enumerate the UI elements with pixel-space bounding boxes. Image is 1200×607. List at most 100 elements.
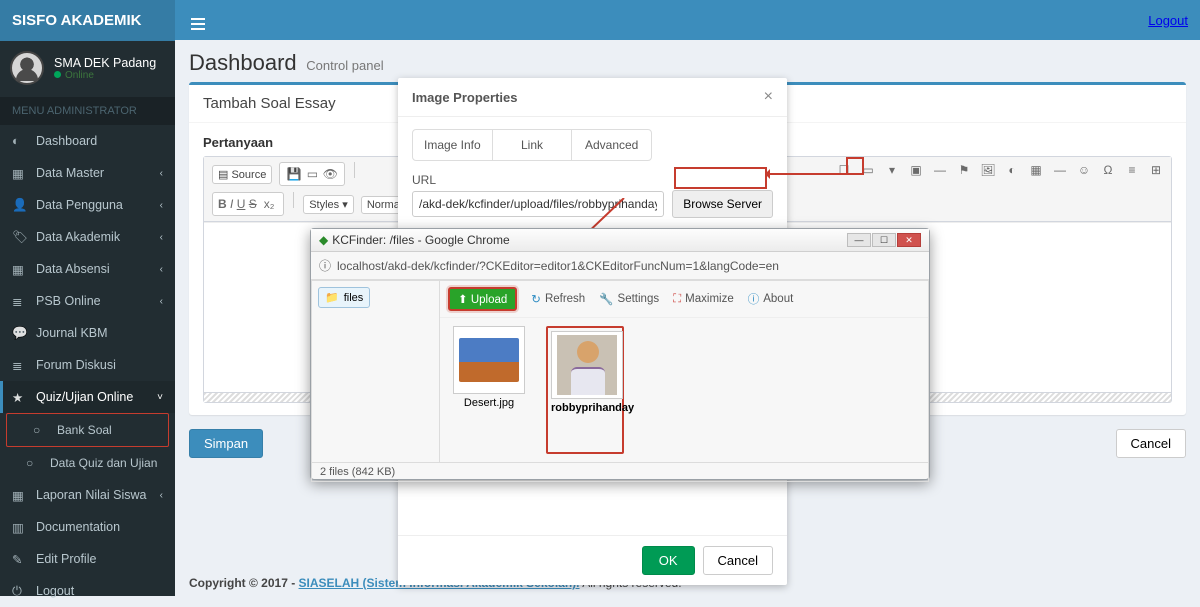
bold-icon[interactable]: B bbox=[218, 197, 227, 211]
kcfinder-toolbar: ⬆ Upload ↻Refresh 🔧Settings ⛶Maximize ⓘA… bbox=[440, 281, 928, 318]
file-robby[interactable]: robbyprihanday bbox=[546, 326, 624, 454]
sidebar-item-data-pengguna[interactable]: 👤Data Pengguna‹ bbox=[0, 189, 175, 221]
file-name: Desert.jpg bbox=[450, 397, 528, 409]
modal-cancel-button[interactable]: Cancel bbox=[703, 546, 773, 575]
browse-server-button[interactable]: Browse Server bbox=[672, 190, 773, 218]
toolbar-group-right: ☐ ▭ ▾ ▣ — ⚑ 🖼 ◐ ▦ — ☺ Ω ≡ ⊞ bbox=[835, 161, 1165, 179]
sidebar-item-quiz-ujian[interactable]: ★Quiz/Ujian Online˅ bbox=[0, 381, 175, 413]
flash-icon[interactable]: ◐ bbox=[1003, 161, 1021, 179]
image-icon[interactable]: ▣ bbox=[907, 161, 925, 179]
edit-icon: ✎ bbox=[12, 552, 26, 566]
user-status: Online bbox=[54, 70, 156, 81]
file-desert[interactable]: Desert.jpg bbox=[450, 326, 528, 454]
italic-icon[interactable]: I bbox=[230, 197, 233, 211]
person-image-icon bbox=[557, 335, 617, 395]
checkbox-icon[interactable]: ☐ bbox=[835, 161, 853, 179]
sidebar-item-logout[interactable]: ⏻Logout bbox=[0, 575, 175, 607]
underline-icon[interactable]: U bbox=[237, 197, 246, 211]
modal-close-button[interactable]: × bbox=[764, 88, 773, 106]
subscript-icon[interactable]: x₂ bbox=[260, 195, 278, 213]
tab-advanced[interactable]: Advanced bbox=[572, 130, 651, 160]
styles-dropdown[interactable]: Styles ▾ bbox=[303, 195, 354, 214]
flag-icon[interactable]: ⚑ bbox=[955, 161, 973, 179]
sidebar-item-edit-profile[interactable]: ✎Edit Profile bbox=[0, 543, 175, 575]
url-input[interactable] bbox=[412, 191, 664, 217]
sidebar-item-dashboard[interactable]: ◐Dashboard bbox=[0, 125, 175, 157]
cancel-button[interactable]: Cancel bbox=[1116, 429, 1186, 458]
toolbar-group-format[interactable]: B I U S x₂ bbox=[212, 192, 284, 216]
grid-icon: ▦ bbox=[12, 166, 26, 180]
select-icon[interactable]: ▾ bbox=[883, 161, 901, 179]
button-icon[interactable]: ▭ bbox=[859, 161, 877, 179]
refresh-icon: ↻ bbox=[531, 292, 541, 306]
modal-title: Image Properties bbox=[412, 90, 518, 105]
user-name: SMA DEK Padang bbox=[54, 56, 156, 70]
sidebar-item-data-quiz-ujian[interactable]: ○Data Quiz dan Ujian bbox=[0, 447, 175, 479]
star-icon: ★ bbox=[12, 390, 26, 404]
insert-image-icon[interactable]: 🖼 bbox=[979, 161, 997, 179]
grid-icon: ▦ bbox=[12, 262, 26, 276]
book-icon: ▥ bbox=[12, 520, 26, 534]
hr-icon[interactable]: — bbox=[1051, 161, 1069, 179]
sidebar-item-data-absensi[interactable]: ▦Data Absensi‹ bbox=[0, 253, 175, 285]
brand: SISFO AKADEMIK bbox=[0, 0, 175, 41]
info-icon: ⓘ bbox=[319, 257, 331, 274]
settings-button[interactable]: 🔧Settings bbox=[599, 292, 659, 306]
chevron-left-icon: ‹ bbox=[160, 232, 163, 243]
strike-icon[interactable]: S bbox=[249, 197, 257, 211]
hline-icon[interactable]: — bbox=[931, 161, 949, 179]
maximize-button[interactable]: ⛶Maximize bbox=[673, 293, 734, 306]
sidebar-item-laporan-nilai[interactable]: ▦Laporan Nilai Siswa‹ bbox=[0, 479, 175, 511]
tab-link[interactable]: Link bbox=[493, 130, 573, 160]
about-button[interactable]: ⓘAbout bbox=[748, 291, 794, 307]
kcfinder-file-grid: Desert.jpg robbyprihanday bbox=[440, 318, 928, 462]
sidebar-item-documentation[interactable]: ▥Documentation bbox=[0, 511, 175, 543]
sidebar-item-forum-diskusi[interactable]: ≣Forum Diskusi bbox=[0, 349, 175, 381]
simpan-button[interactable]: Simpan bbox=[189, 429, 263, 458]
window-close-button[interactable]: ✕ bbox=[897, 233, 921, 247]
chevron-down-icon: ˅ bbox=[157, 392, 163, 403]
omega-icon[interactable]: Ω bbox=[1099, 161, 1117, 179]
sidebar-item-psb-online[interactable]: ≣PSB Online‹ bbox=[0, 285, 175, 317]
table-icon[interactable]: ▦ bbox=[1027, 161, 1045, 179]
folder-files[interactable]: 📁files bbox=[318, 287, 370, 308]
sidebar-item-journal-kbm[interactable]: 💬Journal KBM bbox=[0, 317, 175, 349]
iframe-icon[interactable]: ⊞ bbox=[1147, 161, 1165, 179]
chevron-left-icon: ‹ bbox=[160, 200, 163, 211]
avatar-icon bbox=[10, 51, 44, 85]
user-panel: SMA DEK Padang Online bbox=[0, 41, 175, 97]
source-button[interactable]: ▤ Source bbox=[212, 165, 272, 184]
tab-image-info[interactable]: Image Info bbox=[413, 130, 493, 160]
menu-toggle-button[interactable] bbox=[187, 13, 209, 28]
thumbnail bbox=[453, 326, 525, 394]
window-maximize-button[interactable]: ☐ bbox=[872, 233, 896, 247]
chevron-left-icon: ‹ bbox=[160, 264, 163, 275]
circle-icon: ○ bbox=[33, 423, 47, 437]
page-title: Dashboard bbox=[189, 50, 297, 75]
page-subtitle: Control panel bbox=[306, 58, 383, 73]
folder-icon: 📁 bbox=[325, 291, 339, 304]
kcfinder-titlebar[interactable]: ◆ KCFinder: /files - Google Chrome — ☐ ✕ bbox=[311, 229, 929, 252]
refresh-button[interactable]: ↻Refresh bbox=[531, 292, 585, 306]
sidebar-item-bank-soal[interactable]: ○Bank Soal bbox=[7, 414, 168, 446]
pagebreak-icon[interactable]: ≡ bbox=[1123, 161, 1141, 179]
sidebar: SISFO AKADEMIK SMA DEK Padang Online MEN… bbox=[0, 0, 175, 596]
ok-button[interactable]: OK bbox=[642, 546, 695, 575]
maximize-icon: ⛶ bbox=[673, 293, 681, 306]
sidebar-item-data-akademik[interactable]: 🏷Data Akademik‹ bbox=[0, 221, 175, 253]
sidebar-item-data-master[interactable]: ▦Data Master‹ bbox=[0, 157, 175, 189]
grid-icon: ▦ bbox=[12, 488, 26, 502]
kcfinder-url[interactable]: localhost/akd-dek/kcfinder/?CKEditor=edi… bbox=[337, 259, 779, 273]
thumbnail bbox=[551, 331, 623, 399]
user-icon: 👤 bbox=[12, 198, 26, 212]
upload-button[interactable]: ⬆ Upload bbox=[448, 287, 517, 311]
toolbar-group-save[interactable]: 💾▭👁 bbox=[279, 162, 345, 186]
logout-link[interactable]: Logout bbox=[1148, 13, 1188, 28]
kcfinder-folder-tree: 📁files bbox=[312, 281, 440, 462]
smiley-icon[interactable]: ☺ bbox=[1075, 161, 1093, 179]
desert-image-icon bbox=[459, 338, 519, 382]
kcfinder-window: ◆ KCFinder: /files - Google Chrome — ☐ ✕… bbox=[310, 228, 930, 480]
sidebar-nav: ◐Dashboard ▦Data Master‹ 👤Data Pengguna‹… bbox=[0, 125, 175, 607]
circle-icon: ○ bbox=[26, 456, 40, 470]
window-minimize-button[interactable]: — bbox=[847, 233, 871, 247]
